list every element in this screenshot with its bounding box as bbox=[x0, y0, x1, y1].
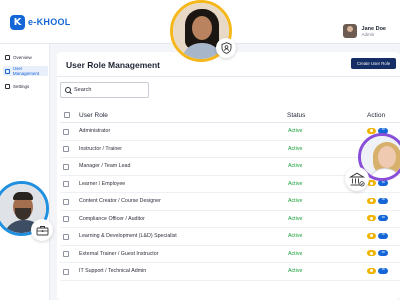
role-name: Learner / Employee bbox=[79, 180, 126, 187]
shield-user-icon bbox=[216, 38, 236, 58]
briefcase-icon bbox=[31, 219, 53, 241]
brand-name: e-KHOOL bbox=[28, 17, 71, 27]
table-row[interactable]: IT Support / Technical Admin Active bbox=[60, 263, 400, 281]
row-checkbox[interactable] bbox=[63, 251, 69, 257]
edit-icon[interactable] bbox=[367, 250, 376, 256]
create-user-role-button[interactable]: Create User Role bbox=[351, 58, 396, 69]
more-options-icon[interactable] bbox=[378, 266, 388, 274]
more-options-icon[interactable] bbox=[378, 231, 388, 239]
role-name: Administrator bbox=[79, 128, 111, 134]
row-checkbox[interactable] bbox=[63, 128, 69, 135]
settings-icon bbox=[5, 83, 10, 89]
row-checkbox[interactable] bbox=[63, 146, 69, 152]
edit-icon[interactable] bbox=[367, 215, 376, 221]
sidebar-item-label: User Management bbox=[12, 66, 40, 76]
sidebar-item-label: Overview bbox=[13, 54, 32, 60]
status-badge: Active bbox=[288, 233, 303, 239]
sidebar: Overview User Management Settings bbox=[0, 44, 50, 300]
select-all-checkbox[interactable] bbox=[64, 112, 70, 118]
sidebar-item-overview[interactable]: Overview bbox=[3, 52, 48, 62]
user-profile[interactable]: Jane Doe Admin bbox=[342, 24, 386, 38]
avatar bbox=[342, 24, 357, 38]
bank-icon bbox=[345, 167, 369, 191]
select-all-checkbox-cell bbox=[64, 110, 70, 120]
edit-icon[interactable] bbox=[367, 267, 376, 274]
status-badge: Active bbox=[288, 180, 303, 187]
column-header-action: Action bbox=[367, 111, 386, 119]
status-badge: Active bbox=[288, 128, 303, 134]
logo-mark-icon: K bbox=[10, 14, 25, 30]
row-checkbox[interactable] bbox=[63, 233, 69, 240]
edit-icon[interactable] bbox=[367, 232, 376, 239]
row-checkbox[interactable] bbox=[63, 216, 69, 222]
sidebar-item-user-management[interactable]: User Management bbox=[3, 66, 48, 76]
status-badge: Active bbox=[288, 198, 303, 204]
row-checkbox[interactable] bbox=[63, 163, 69, 170]
status-badge: Active bbox=[288, 268, 303, 274]
user-role: Admin bbox=[361, 31, 375, 37]
status-badge: Active bbox=[288, 215, 303, 222]
role-name: Manager / Team Lead bbox=[79, 163, 131, 169]
row-checkbox[interactable] bbox=[63, 268, 69, 275]
role-name: Compliance Officer / Auditor bbox=[79, 215, 145, 222]
more-options-icon[interactable] bbox=[378, 196, 388, 204]
search-placeholder: Search bbox=[74, 87, 92, 93]
table-row[interactable]: External Trainer / Guest Instructor Acti… bbox=[60, 246, 400, 263]
page-title: User Role Management bbox=[66, 60, 160, 70]
table-row[interactable]: Instructor / Trainer Active bbox=[60, 141, 400, 158]
row-checkbox[interactable] bbox=[63, 198, 69, 205]
edit-icon[interactable] bbox=[367, 197, 376, 204]
more-options-icon[interactable] bbox=[378, 214, 388, 221]
table-row[interactable]: Compliance Officer / Auditor Active bbox=[60, 211, 400, 228]
divider bbox=[57, 76, 400, 77]
table-row[interactable]: Learning & Development (L&D) Specialist … bbox=[60, 228, 400, 246]
table-row[interactable]: Administrator Active bbox=[60, 123, 400, 141]
overview-icon bbox=[5, 54, 10, 60]
search-input[interactable]: Search bbox=[60, 82, 149, 98]
role-name: Content Creator / Course Designer bbox=[79, 198, 161, 204]
status-badge: Active bbox=[288, 250, 303, 257]
status-badge: Active bbox=[288, 163, 303, 169]
users-icon bbox=[5, 68, 10, 74]
brand-logo[interactable]: K e-KHOOL bbox=[10, 14, 71, 30]
column-header-status[interactable]: Status bbox=[287, 110, 305, 120]
column-header-user-role[interactable]: User Role bbox=[79, 110, 108, 120]
search-icon bbox=[65, 87, 71, 93]
more-options-icon[interactable] bbox=[378, 249, 388, 256]
table-row[interactable]: Content Creator / Course Designer Active bbox=[60, 193, 400, 211]
edit-icon[interactable] bbox=[367, 127, 376, 134]
role-name: External Trainer / Guest Instructor bbox=[79, 250, 159, 257]
role-name: Instructor / Trainer bbox=[79, 145, 122, 152]
sidebar-item-label: Settings bbox=[13, 83, 30, 89]
role-name: IT Support / Technical Admin bbox=[79, 268, 147, 274]
status-badge: Active bbox=[288, 145, 303, 152]
role-name: Learning & Development (L&D) Specialist bbox=[79, 233, 177, 239]
row-checkbox[interactable] bbox=[63, 181, 69, 187]
sidebar-item-settings[interactable]: Settings bbox=[3, 81, 48, 91]
